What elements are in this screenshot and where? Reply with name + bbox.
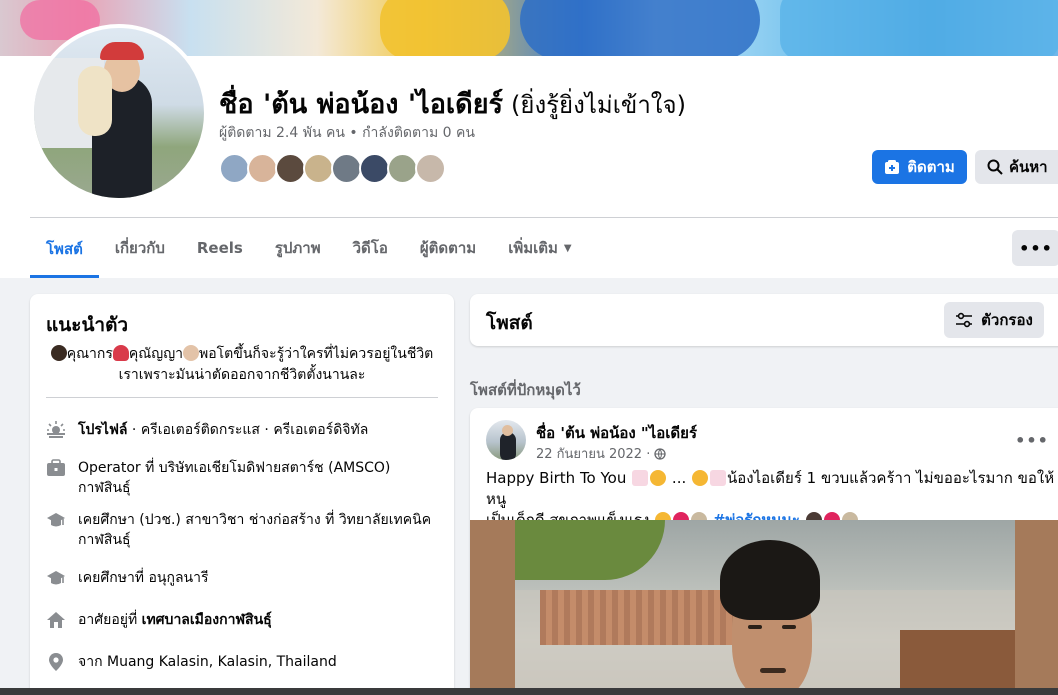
girl-emoji-icon	[183, 345, 199, 361]
tab-photos[interactable]: รูปภาพ	[259, 220, 337, 276]
post-author-avatar[interactable]	[486, 420, 526, 460]
search-button-label: ค้นหา	[1009, 158, 1048, 176]
person-emoji-icon	[50, 345, 67, 361]
posts-header-card: โพสต์ ตัวกรอง	[470, 294, 1058, 346]
intro-card: แนะนำตัว คุณากร คุณัญญา พอโตขึ้นก็จะรู้ว่า…	[30, 294, 454, 695]
profile-tabs: โพสต์ เกี่ยวกับ Reels รูปภาพ วิดีโอ ผู้ต…	[30, 220, 588, 278]
tab-followers[interactable]: ผู้ติดตาม	[404, 220, 492, 276]
tab-label: โพสต์	[46, 240, 83, 258]
filter-button[interactable]: ตัวกรอง	[944, 302, 1044, 338]
post-author-name[interactable]: ชื่อ 'ต้น พ่อน้อง "ไอเดียร์	[536, 421, 697, 445]
posts-title: โพสต์	[486, 312, 533, 334]
follow-stats[interactable]: ผู้ติดตาม 2.4 พัน คน • กำลังติดตาม 0 คน	[219, 122, 475, 144]
bio: คุณากร คุณัญญา พอโตขึ้นก็จะรู้ว่าใครที่ไม่…	[46, 344, 438, 386]
globe-icon	[654, 447, 666, 460]
intro-item-bold: โปรไฟล์	[78, 422, 128, 438]
intro-item-education: เคยศึกษา (ปวช.) สาขาวิชา ช่างก่อสร้าง ที…	[46, 510, 446, 550]
heart-emoji-icon	[112, 345, 129, 361]
intro-item-school: เคยศึกษาที่ อนุกูลนารี	[46, 568, 446, 588]
smiling-hearts-emoji-icon	[692, 470, 709, 486]
follower-avatar[interactable]	[303, 153, 334, 184]
follower-avatar[interactable]	[359, 153, 390, 184]
tab-label: วิดีโอ	[352, 239, 388, 257]
intro-item-text: เคยศึกษาที่ อนุกูลนารี	[78, 570, 209, 586]
profile-name-sub: (ยิ่งรู้ยิ่งไม่เข้าใจ)	[511, 91, 686, 119]
follower-avatar[interactable]	[247, 153, 278, 184]
divider	[46, 397, 438, 398]
follower-avatar[interactable]	[275, 153, 306, 184]
profile-header: ชื่อ 'ต้น พ่อน้อง 'ไอเดียร์ (ยิ่งรู้ยิ่ง…	[0, 0, 1058, 278]
tab-more[interactable]: เพิ่มเติม ▼	[492, 220, 587, 276]
search-button[interactable]: ค้นหา	[975, 150, 1058, 184]
intro-item-text: · ครีเอเตอร์ติดกระแส · ครีเอเตอร์ดิจิทัล	[127, 422, 369, 438]
intro-item-from: จาก Muang Kalasin, Kalasin, Thailand	[46, 652, 446, 672]
intro-item-lives: อาศัยอยู่ที่ เทศบาลเมืองกาฬสินธุ์	[46, 610, 446, 630]
bio-text: คุณากร	[66, 346, 113, 362]
follow-button-label: ติดตาม	[907, 158, 955, 176]
scrollbar[interactable]	[0, 688, 1058, 695]
smiling-hearts-emoji-icon	[650, 470, 667, 486]
tab-label: เพิ่มเติม	[508, 239, 558, 257]
location-pin-icon	[46, 652, 66, 672]
intro-item-link[interactable]: เทศบาลเมืองกาฬสินธุ์	[142, 612, 272, 628]
profile-name-main: ชื่อ 'ต้น พ่อน้อง 'ไอเดียร์	[219, 89, 504, 120]
pinned-posts-label: โพสต์ที่ปักหมุดไว้	[470, 381, 581, 399]
search-icon	[987, 159, 1003, 175]
home-icon	[46, 610, 66, 630]
graduation-cap-icon	[46, 568, 66, 588]
filter-button-label: ตัวกรอง	[981, 311, 1033, 329]
intro-item-text: เคยศึกษา (ปวช.) สาขาวิชา ช่างก่อสร้าง ที…	[78, 512, 432, 548]
tab-label: รูปภาพ	[274, 239, 321, 257]
cake-emoji-icon	[632, 470, 649, 486]
follow-button[interactable]: ติดตาม	[872, 150, 967, 184]
post-meta: 22 กันยายน 2022 ·	[536, 443, 666, 464]
filter-icon	[956, 312, 973, 328]
tab-about[interactable]: เกี่ยวกับ	[99, 220, 181, 276]
intro-item-link[interactable]: Muang Kalasin, Kalasin, Thailand	[107, 654, 337, 670]
intro-item-text: จาก	[78, 654, 107, 670]
follower-avatar[interactable]	[387, 153, 418, 184]
tab-posts[interactable]: โพสต์	[30, 220, 99, 278]
intro-title: แนะนำตัว	[46, 314, 129, 336]
follower-avatar[interactable]	[219, 153, 250, 184]
intro-item-work: Operator ที่ บริษัทเอเชียโมดิฟายสตาร์ช (…	[46, 458, 446, 498]
more-options-button[interactable]: •••	[1012, 230, 1058, 266]
post-card: ชื่อ 'ต้น พ่อน้อง "ไอเดียร์ 22 กันยายน 2…	[470, 408, 1058, 695]
post-date[interactable]: 22 กันยายน 2022 ·	[536, 443, 650, 464]
cake-emoji-icon	[710, 470, 727, 486]
tab-reels[interactable]: Reels	[181, 220, 259, 276]
tab-label: Reels	[196, 239, 243, 257]
bio-text: คุณัญญา	[128, 346, 183, 362]
tab-videos[interactable]: วิดีโอ	[337, 220, 404, 276]
intro-item-text: Operator ที่ บริษัทเอเชียโมดิฟายสตาร์ช (…	[78, 460, 391, 496]
post-text-part: Happy Birth To You	[486, 469, 627, 487]
profile-name: ชื่อ 'ต้น พ่อน้อง 'ไอเดียร์ (ยิ่งรู้ยิ่ง…	[219, 82, 686, 125]
post-photo[interactable]	[470, 520, 1058, 695]
profile-picture[interactable]	[30, 24, 208, 202]
caret-down-icon: ▼	[563, 242, 572, 254]
briefcase-icon	[46, 458, 66, 478]
follow-icon	[885, 160, 900, 174]
intro-item-profile: โปรไฟล์ · ครีเอเตอร์ติดกระแส · ครีเอเตอร…	[46, 420, 446, 440]
follower-avatar[interactable]	[415, 153, 446, 184]
graduation-cap-icon	[46, 510, 66, 530]
follower-avatar[interactable]	[331, 153, 362, 184]
post-text-part: ...	[671, 469, 687, 487]
bio-text: เราเพราะมันน่าตัดออกจากชีวิตตั้งนานละ	[118, 367, 366, 383]
profile-icon	[46, 420, 66, 440]
tab-label: เกี่ยวกับ	[114, 239, 165, 257]
divider	[30, 217, 1058, 218]
intro-item-text: อาศัยอยู่ที่	[78, 612, 142, 628]
tab-label: ผู้ติดตาม	[419, 239, 477, 257]
post-options-button[interactable]: •••	[1014, 422, 1050, 458]
bio-text: พอโตขึ้นก็จะรู้ว่าใครที่ไม่ควรอยู่ในชีวิ…	[199, 346, 434, 362]
